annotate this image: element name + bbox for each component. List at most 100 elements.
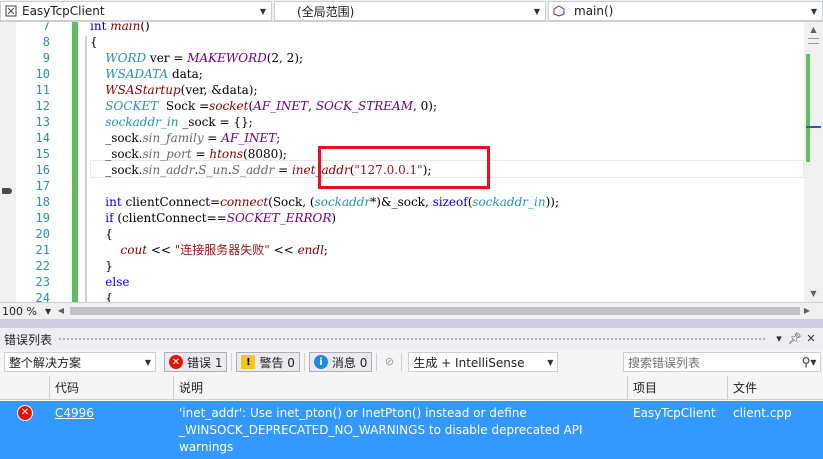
line-number: 15 [35, 147, 50, 161]
scroll-right-icon[interactable]: ▶ [800, 304, 814, 318]
code-line: } [90, 259, 113, 273]
code-line: { [90, 227, 113, 241]
close-icon[interactable]: ✕ [803, 331, 819, 347]
line-number: 16 [35, 163, 50, 177]
chevron-down-icon: ▼ [810, 6, 818, 16]
member-dropdown[interactable]: main() ▼ [548, 1, 823, 21]
row-file-cell: client.cpp [733, 406, 792, 420]
zoom-level: 100 % [2, 304, 37, 318]
code-line: if (clientConnect==SOCKET_ERROR) [105, 211, 337, 225]
project-dropdown[interactable]: EasyTcpClient ▼ [0, 1, 272, 21]
scroll-down-icon[interactable]: ▼ [804, 286, 823, 302]
toolbar-separator [231, 353, 233, 371]
warning-icon: ! [241, 355, 256, 369]
zoom-dropdown[interactable]: 100 % ▼ [0, 303, 52, 319]
line-number: 24 [35, 291, 50, 302]
line-number: 9 [42, 51, 50, 65]
messages-filter-button[interactable]: i 消息 0 [308, 352, 373, 372]
panel-splitter[interactable] [0, 319, 823, 328]
info-icon: i [313, 355, 328, 369]
line-number: 20 [35, 227, 50, 241]
error-list-panel: 错误列表 ▾ 📌︎ ✕ 整个解决方案 ▼ ✕ 错误 1 ! 警告 0 i 消息 … [0, 328, 823, 459]
dropdown-menu-icon[interactable]: ▾ [771, 331, 787, 347]
error-list-toolbar: 整个解决方案 ▼ ✕ 错误 1 ! 警告 0 i 消息 0 ⊘ 生成 + Int… [0, 350, 823, 374]
column-header-project[interactable]: 项目 [628, 376, 728, 400]
code-line: WORD ver = MAKEWORD(2, 2); [105, 51, 304, 65]
code-line: { [90, 291, 113, 302]
change-tracking-bar [72, 22, 78, 302]
line-number: 7 [42, 22, 50, 33]
row-project-cell: EasyTcpClient [633, 406, 716, 420]
line-numbers: 7 8 9 10 11 12 13 14 15 16 17 18 19 20 2… [16, 22, 54, 302]
error-list-header: 代码 说明 项目 文件 [0, 376, 823, 400]
scope-filter-value: 整个解决方案 [9, 355, 82, 370]
code-line: WSAStartup(ver, &data); [105, 83, 258, 97]
scroll-left-icon[interactable]: ◀ [54, 304, 68, 318]
horizontal-scrollbar-thumb[interactable] [70, 307, 800, 315]
code-line: cout << "连接服务器失败" << endl; [120, 243, 328, 257]
code-editor[interactable]: 7 8 9 10 11 12 13 14 15 16 17 18 19 20 2… [0, 22, 823, 302]
build-filter-value: 生成 + IntelliSense [413, 355, 525, 370]
member-name: main() [574, 4, 614, 18]
scroll-up-icon[interactable]: ▲ [804, 22, 823, 38]
toolbar-separator [303, 353, 305, 371]
column-header-description[interactable]: 说明 [174, 376, 628, 400]
toolbar-separator [376, 353, 378, 371]
zoom-scroll-bar: 100 % ▼ ◀ ▶ [0, 302, 823, 319]
column-header-code[interactable]: 代码 [50, 376, 174, 400]
line-number: 13 [35, 115, 50, 129]
project-icon [4, 4, 18, 18]
annotation-highlight-box [318, 146, 490, 189]
code-line: _sock.sin_family = AF_INET; [90, 131, 281, 145]
split-handle[interactable] [808, 38, 819, 44]
scope-dropdown[interactable]: (全局范围) ▼ [274, 1, 546, 21]
grip-dots [58, 336, 765, 342]
caret-marker [806, 126, 821, 128]
code-line: WSADATA data; [105, 67, 203, 81]
error-code-link[interactable]: C4996 [55, 406, 94, 420]
code-line: { [90, 35, 98, 49]
pin-icon[interactable]: 📌︎ [787, 331, 803, 347]
chevron-down-icon: ▼ [144, 357, 152, 367]
table-row[interactable]: ✕ C4996 'inet_addr': Use inet_pton() or … [0, 401, 823, 459]
glyph-margin[interactable] [0, 22, 16, 302]
build-filter-dropdown[interactable]: 生成 + IntelliSense ▼ [408, 352, 559, 372]
search-icon[interactable]: ⚲▾ [798, 355, 820, 369]
warnings-filter-button[interactable]: ! 警告 0 [236, 352, 300, 372]
change-marker [806, 54, 810, 162]
line-number: 19 [35, 211, 50, 225]
row-code-cell: C4996 [50, 401, 174, 459]
error-list-search-box[interactable]: 搜索错误列表 ⚲▾ [623, 352, 821, 372]
code-line: else [105, 275, 130, 289]
code-line: sockaddr_in _sock = {}; [105, 115, 253, 129]
line-number: 10 [35, 67, 50, 81]
chevron-down-icon: ▼ [533, 6, 541, 16]
line-number: 21 [35, 243, 50, 257]
line-number: 8 [42, 35, 50, 49]
errors-filter-button[interactable]: ✕ 错误 1 [164, 352, 228, 372]
line-number: 18 [35, 195, 50, 209]
error-icon: ✕ [169, 355, 183, 369]
warnings-count-label: 警告 0 [259, 355, 295, 370]
line-number: 11 [35, 83, 50, 97]
project-name: EasyTcpClient [22, 4, 105, 18]
vertical-scrollbar[interactable]: ▲ ▼ [804, 22, 823, 302]
line-number: 14 [35, 131, 50, 145]
line-number: 17 [35, 179, 50, 193]
row-description-cell: 'inet_addr': Use inet_pton() or InetPton… [179, 406, 583, 454]
line-number: 23 [35, 275, 50, 289]
column-header-type[interactable] [0, 376, 50, 400]
scope-filter-dropdown[interactable]: 整个解决方案 ▼ [4, 352, 156, 372]
clear-filter-icon[interactable]: ⊘ [381, 354, 397, 370]
code-line: SOCKET Sock =socket(AF_INET, SOCK_STREAM… [105, 99, 437, 113]
error-icon: ✕ [17, 405, 33, 421]
errors-count-label: 错误 1 [187, 355, 223, 370]
current-statement-arrow-icon [2, 188, 12, 194]
panel-title: 错误列表 [4, 332, 53, 347]
scope-name: (全局范围) [297, 4, 355, 19]
code-line: int main() [90, 22, 150, 33]
chevron-down-icon: ▼ [44, 306, 52, 316]
chevron-down-icon: ▼ [259, 6, 267, 16]
error-list-title-bar[interactable]: 错误列表 ▾ 📌︎ ✕ [0, 328, 823, 350]
column-header-file[interactable]: 文件 [728, 376, 823, 400]
